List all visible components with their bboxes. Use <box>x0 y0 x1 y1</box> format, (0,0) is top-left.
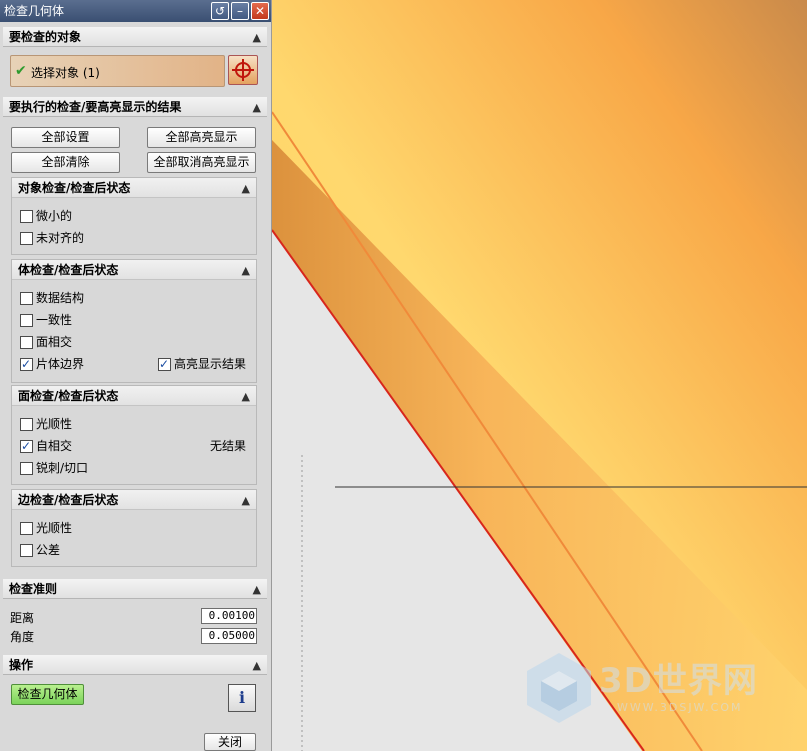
object-check-header[interactable]: 对象检查/检查后状态 ▲ <box>12 178 256 198</box>
collapse-chevron-icon[interactable]: ▲ <box>242 387 250 407</box>
collapse-chevron-icon[interactable]: ▲ <box>242 261 250 281</box>
checkbox-label: 光顺性 <box>36 417 73 431</box>
edge-check-header[interactable]: 边检查/检查后状态 ▲ <box>12 490 256 510</box>
face-check-header[interactable]: 面检查/检查后状态 ▲ <box>12 386 256 406</box>
check-geometry-dialog: 检查几何体 ↺ – ✕ 要检查的对象 ▲ ✔ 选择对象 (1) 要执行的检查/要… <box>0 0 272 751</box>
checkbox-label: 数据结构 <box>36 291 85 305</box>
info-icon[interactable]: i <box>228 684 256 712</box>
section-operation-title: 操作 <box>9 658 34 672</box>
checkbox-box[interactable] <box>20 313 33 327</box>
checkbox-consistency[interactable]: 一致性 <box>20 311 72 329</box>
checkbox-label: 高亮显示结果 <box>174 357 247 371</box>
object-check-group: 对象检查/检查后状态 ▲ 微小的 未对齐的 <box>11 177 257 255</box>
checkbox-tiny[interactable]: 微小的 <box>20 207 72 225</box>
section-checks-title: 要执行的检查/要高亮显示的结果 <box>9 100 182 114</box>
edge-check-title: 边检查/检查后状态 <box>18 493 119 507</box>
checkbox-face-smoothness[interactable]: 光顺性 <box>20 415 72 433</box>
collapse-chevron-icon[interactable]: ▲ <box>242 491 250 511</box>
checkbox-label: 面相交 <box>36 335 73 349</box>
checkbox-box-checked[interactable] <box>158 355 171 373</box>
section-operation-header[interactable]: 操作 ▲ <box>3 655 267 675</box>
checkbox-self-intersection[interactable]: 自相交 <box>20 437 72 455</box>
collapse-chevron-icon[interactable]: ▲ <box>242 179 250 199</box>
select-object-label: 选择对象 (1) <box>31 66 100 80</box>
section-criteria-title: 检查准则 <box>9 582 58 596</box>
surface-render <box>272 0 807 751</box>
set-all-button[interactable]: 全部设置 <box>11 127 120 148</box>
checkbox-box[interactable] <box>20 521 33 535</box>
checkbox-label: 光顺性 <box>36 521 73 535</box>
crosshair-select-button[interactable] <box>228 55 258 85</box>
face-check-title: 面检查/检查后状态 <box>18 389 119 403</box>
dialog-titlebar: 检查几何体 ↺ – ✕ <box>0 0 271 22</box>
collapse-chevron-icon[interactable]: ▲ <box>253 28 261 48</box>
angle-label: 角度 <box>10 630 35 644</box>
checkbox-tolerance[interactable]: 公差 <box>20 541 60 559</box>
checkbox-box-checked[interactable] <box>20 437 33 455</box>
clear-all-button[interactable]: 全部清除 <box>11 152 120 173</box>
distance-field[interactable]: 0.00100 <box>201 608 257 624</box>
checkbox-label: 自相交 <box>36 439 73 453</box>
watermark-brand: 3D世界网 <box>599 661 758 701</box>
checkbox-data-structure[interactable]: 数据结构 <box>20 289 84 307</box>
minimize-icon[interactable]: – <box>231 2 249 20</box>
collapse-chevron-icon[interactable]: ▲ <box>253 98 261 118</box>
checkbox-edge-smoothness[interactable]: 光顺性 <box>20 519 72 537</box>
checkbox-label: 公差 <box>36 543 61 557</box>
section-objects-header[interactable]: 要检查的对象 ▲ <box>3 27 267 47</box>
checkbox-face-intersection[interactable]: 面相交 <box>20 333 72 351</box>
checkbox-box-checked[interactable] <box>20 355 33 373</box>
section-criteria-header[interactable]: 检查准则 ▲ <box>3 579 267 599</box>
checkbox-misaligned[interactable]: 未对齐的 <box>20 229 84 247</box>
checkbox-label: 未对齐的 <box>36 231 85 245</box>
graphics-viewport[interactable]: 3D世界网 WWW.3DSJW.COM <box>272 0 807 751</box>
angle-field[interactable]: 0.05000 <box>201 628 257 644</box>
checkbox-sheet-boundary[interactable]: 片体边界 <box>20 355 84 373</box>
section-checks-header[interactable]: 要执行的检查/要高亮显示的结果 ▲ <box>3 97 267 117</box>
section-objects-title: 要检查的对象 <box>9 30 82 44</box>
check-geometry-button[interactable]: 检查几何体 <box>11 684 84 705</box>
reset-icon[interactable]: ↺ <box>211 2 229 20</box>
unhighlight-all-button[interactable]: 全部取消高亮显示 <box>147 152 256 173</box>
checkbox-box[interactable] <box>20 461 33 475</box>
dialog-title: 检查几何体 <box>4 4 65 18</box>
collapse-chevron-icon[interactable]: ▲ <box>253 580 261 600</box>
checkmark-icon: ✔ <box>15 63 27 79</box>
face-check-group: 面检查/检查后状态 ▲ 光顺性 自相交 无结果 锐刺/切口 <box>11 385 257 485</box>
crosshair-icon <box>232 59 254 81</box>
checkbox-box[interactable] <box>20 335 33 349</box>
body-check-title: 体检查/检查后状态 <box>18 263 119 277</box>
watermark: 3D世界网 WWW.3DSJW.COM <box>521 649 781 729</box>
close-icon[interactable]: ✕ <box>251 2 269 20</box>
checkbox-spikes-cuts[interactable]: 锐刺/切口 <box>20 459 88 477</box>
checkbox-box[interactable] <box>20 231 33 245</box>
distance-label: 距离 <box>10 611 35 625</box>
close-button[interactable]: 关闭 <box>204 733 256 751</box>
checkbox-label: 片体边界 <box>36 357 85 371</box>
body-check-group: 体检查/检查后状态 ▲ 数据结构 一致性 面相交 片体边界 高亮显示结果 <box>11 259 257 383</box>
checkbox-box[interactable] <box>20 417 33 431</box>
self-intersection-result: 无结果 <box>209 439 246 453</box>
checkbox-label: 锐刺/切口 <box>36 461 89 475</box>
body-check-header[interactable]: 体检查/检查后状态 ▲ <box>12 260 256 280</box>
cube-logo-icon <box>527 653 591 723</box>
checkbox-highlight-results[interactable]: 高亮显示结果 <box>158 355 246 373</box>
collapse-chevron-icon[interactable]: ▲ <box>253 656 261 676</box>
highlight-all-button[interactable]: 全部高亮显示 <box>147 127 256 148</box>
select-object-row[interactable]: ✔ 选择对象 (1) <box>10 55 225 87</box>
checkbox-box[interactable] <box>20 291 33 305</box>
edge-check-group: 边检查/检查后状态 ▲ 光顺性 公差 <box>11 489 257 567</box>
checkbox-label: 一致性 <box>36 313 73 327</box>
checkbox-box[interactable] <box>20 209 33 223</box>
object-check-title: 对象检查/检查后状态 <box>18 181 131 195</box>
checkbox-label: 微小的 <box>36 209 73 223</box>
watermark-url: WWW.3DSJW.COM <box>617 701 743 714</box>
checkbox-box[interactable] <box>20 543 33 557</box>
